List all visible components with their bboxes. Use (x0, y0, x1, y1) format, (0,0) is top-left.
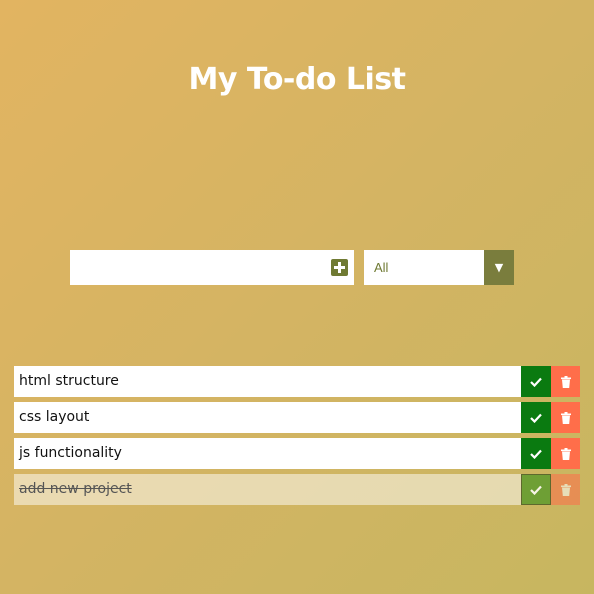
todo-item-text: js functionality (19, 445, 122, 461)
filter-select[interactable]: All ▼ (364, 250, 514, 285)
trash-icon (560, 483, 571, 496)
complete-button[interactable] (521, 474, 551, 505)
check-icon (530, 413, 542, 423)
check-icon (530, 377, 542, 387)
todo-item: css layout (14, 402, 580, 433)
delete-button[interactable] (551, 366, 580, 397)
delete-button[interactable] (551, 474, 580, 505)
complete-button[interactable] (521, 438, 551, 469)
todo-item-text: add new project (19, 481, 132, 497)
delete-button[interactable] (551, 438, 580, 469)
filter-selected-value: All (374, 260, 389, 275)
add-todo-button[interactable] (331, 259, 348, 276)
new-todo-input[interactable] (70, 250, 320, 285)
complete-button[interactable] (521, 366, 551, 397)
todo-item-completed: add new project (14, 474, 580, 505)
todo-list: html structure css layout js functionali… (14, 366, 580, 510)
todo-item-text: html structure (19, 373, 119, 389)
delete-button[interactable] (551, 402, 580, 433)
todo-item-text: css layout (19, 409, 90, 425)
todo-item: js functionality (14, 438, 580, 469)
new-todo-form (70, 250, 354, 285)
complete-button[interactable] (521, 402, 551, 433)
trash-icon (560, 375, 571, 388)
check-icon (530, 449, 542, 459)
check-icon (530, 485, 542, 495)
caret-down-icon[interactable]: ▼ (484, 250, 514, 285)
plus-square-icon (334, 262, 345, 273)
page-title: My To-do List (188, 62, 406, 97)
trash-icon (560, 447, 571, 460)
trash-icon (560, 411, 571, 424)
todo-item: html structure (14, 366, 580, 397)
